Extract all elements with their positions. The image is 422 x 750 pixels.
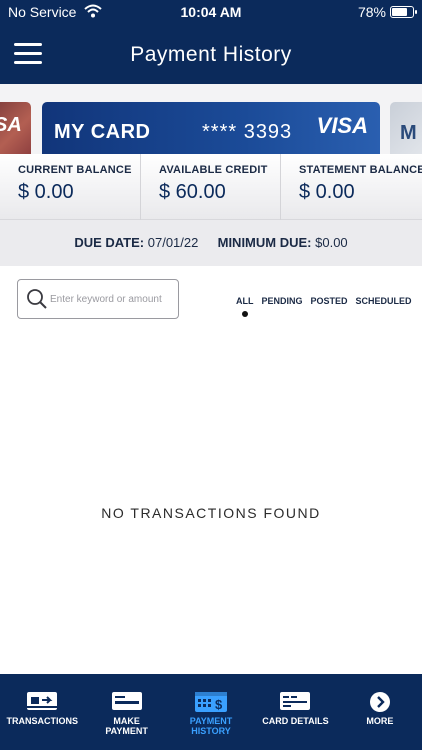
tab-make-payment[interactable]: MAKE PAYMENT (84, 674, 168, 750)
statement-balance-value: $ 0.00 (299, 181, 355, 203)
tab-payment-history[interactable]: $ PAYMENT HISTORY (169, 674, 253, 750)
statement-balance-label: STATEMENT BALANCE (299, 164, 422, 176)
search-box[interactable] (17, 279, 179, 319)
minimum-due-value: $0.00 (315, 235, 348, 250)
available-credit: AVAILABLE CREDIT $ 60.00 (140, 154, 280, 220)
card-name: MY CARD (54, 121, 151, 143)
due-info: DUE DATE: 07/01/22 MINIMUM DUE: $0.00 (0, 220, 422, 266)
filter-scheduled[interactable]: SCHEDULED (356, 296, 412, 306)
statement-balance: STATEMENT BALANCE $ 0.00 (280, 154, 422, 220)
transaction-filters: ALL PENDING POSTED SCHEDULED (236, 296, 412, 317)
payment-history-icon: $ (195, 692, 228, 712)
due-date-label: DUE DATE: (74, 235, 145, 250)
available-credit-label: AVAILABLE CREDIT (159, 164, 268, 176)
filter-posted[interactable]: POSTED (311, 296, 348, 306)
tab-card-details-label: CARD DETAILS (262, 716, 329, 726)
nav-header: Payment History (0, 26, 422, 84)
status-bar: No Service 10:04 AM 78% (0, 0, 422, 26)
empty-state-message: NO TRANSACTIONS FOUND (101, 505, 321, 521)
available-credit-value: $ 60.00 (159, 181, 226, 203)
page-title: Payment History (130, 43, 292, 66)
tab-card-details[interactable]: CARD DETAILS (253, 674, 337, 750)
card-details-icon (280, 692, 311, 710)
current-balance: CURRENT BALANCE $ 0.00 (0, 154, 140, 220)
tab-more[interactable]: MORE (338, 674, 422, 750)
app-screen: No Service 10:04 AM 78% Payment History … (0, 0, 422, 750)
bottom-tab-bar: TRANSACTIONS MAKE PAYMENT $ PAYMENT HIST… (0, 674, 422, 750)
transactions-icon (27, 692, 58, 710)
tab-make-payment-label: MAKE PAYMENT (105, 716, 148, 736)
more-icon (369, 692, 390, 712)
tab-payment-history-label: PAYMENT HISTORY (189, 716, 233, 736)
filter-pending[interactable]: PENDING (262, 296, 303, 306)
tab-transactions[interactable]: TRANSACTIONS (0, 674, 84, 750)
battery-icon (390, 6, 417, 18)
balance-summary: CURRENT BALANCE $ 0.00 AVAILABLE CREDIT … (0, 154, 422, 220)
card-previous-brand: SA (0, 114, 22, 136)
filter-all[interactable]: ALL (236, 296, 254, 317)
card-selected[interactable]: MY CARD **** 3393 VISA (42, 102, 380, 154)
tab-transactions-label: TRANSACTIONS (6, 716, 78, 726)
battery-percent: 78% (357, 4, 386, 20)
card-number: **** 3393 (202, 121, 293, 143)
card-next-brand: M (400, 122, 417, 144)
due-date-value: 07/01/22 (147, 235, 199, 250)
current-balance-label: CURRENT BALANCE (18, 164, 132, 176)
minimum-due-label: MINIMUM DUE: (217, 235, 312, 250)
visa-logo: VISA (316, 113, 368, 138)
card-carousel[interactable]: SA MY CARD **** 3393 VISA M (0, 84, 422, 154)
current-balance-value: $ 0.00 (18, 181, 74, 203)
card-previous[interactable]: SA (0, 102, 31, 154)
search-icon (27, 289, 47, 309)
make-payment-icon (111, 692, 142, 710)
svg-text:$: $ (215, 697, 223, 712)
search-input[interactable] (50, 289, 174, 309)
tab-more-label: MORE (366, 716, 394, 726)
card-next[interactable]: M (390, 102, 422, 154)
